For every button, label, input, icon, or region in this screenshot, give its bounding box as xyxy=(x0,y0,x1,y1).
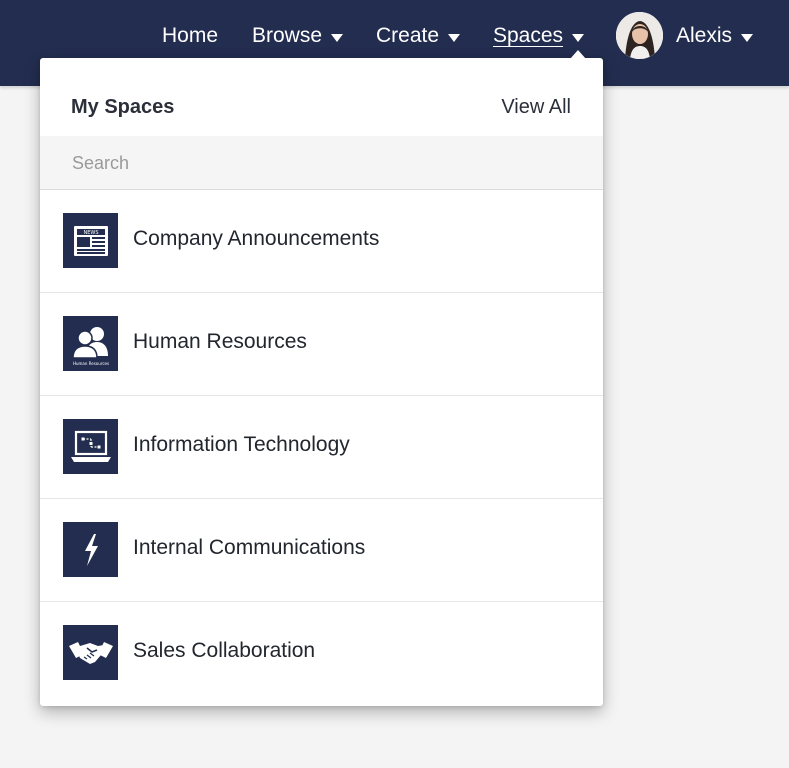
space-item-label: Human Resources xyxy=(133,330,307,353)
nav-spaces[interactable]: Spaces xyxy=(493,24,585,48)
nav-browse[interactable]: Browse xyxy=(252,24,344,48)
space-item-label: Information Technology xyxy=(133,433,350,456)
spaces-dropdown: My Spaces View All NEWS Company xyxy=(40,50,603,706)
spaces-list: NEWS Company Announcements Human Resourc… xyxy=(40,190,603,704)
search-input[interactable] xyxy=(70,148,574,178)
lightning-icon xyxy=(63,522,118,577)
space-item-label: Company Announcements xyxy=(133,227,380,250)
chevron-down-icon xyxy=(331,33,344,42)
space-item-label: Sales Collaboration xyxy=(133,639,316,662)
people-icon-text: Human Resources xyxy=(72,361,108,366)
user-menu[interactable]: Alexis xyxy=(676,24,754,48)
nav-create[interactable]: Create xyxy=(376,24,461,48)
space-item-internal-communications[interactable]: Internal Communications xyxy=(40,499,603,602)
nav-home[interactable]: Home xyxy=(162,24,218,48)
avatar[interactable] xyxy=(616,12,663,59)
nav-home-label: Home xyxy=(162,24,219,47)
chevron-down-icon xyxy=(572,33,585,42)
laptop-icon xyxy=(63,419,118,474)
chevron-down-icon xyxy=(741,33,754,42)
space-item-human-resources[interactable]: Human Resources Human Resources xyxy=(40,293,603,396)
newspaper-icon: NEWS xyxy=(63,213,118,268)
people-icon: Human Resources xyxy=(63,316,118,371)
user-name: Alexis xyxy=(676,24,733,47)
chevron-down-icon xyxy=(448,33,461,42)
space-item-company-announcements[interactable]: NEWS Company Announcements xyxy=(40,190,603,293)
handshake-icon xyxy=(63,625,118,680)
view-all-link[interactable]: View All xyxy=(501,96,571,119)
space-item-label: Internal Communications xyxy=(133,536,366,559)
nav-create-label: Create xyxy=(376,24,440,47)
space-item-information-technology[interactable]: Information Technology xyxy=(40,396,603,499)
newspaper-icon-text: NEWS xyxy=(83,230,98,236)
dropdown-header: My Spaces View All xyxy=(40,58,603,137)
search-container xyxy=(40,136,603,190)
space-item-sales-collaboration[interactable]: Sales Collaboration xyxy=(40,602,603,704)
dropdown-title: My Spaces xyxy=(71,96,175,118)
nav-spaces-label: Spaces xyxy=(493,24,564,47)
nav-browse-label: Browse xyxy=(252,24,323,47)
avatar-image xyxy=(616,12,663,59)
